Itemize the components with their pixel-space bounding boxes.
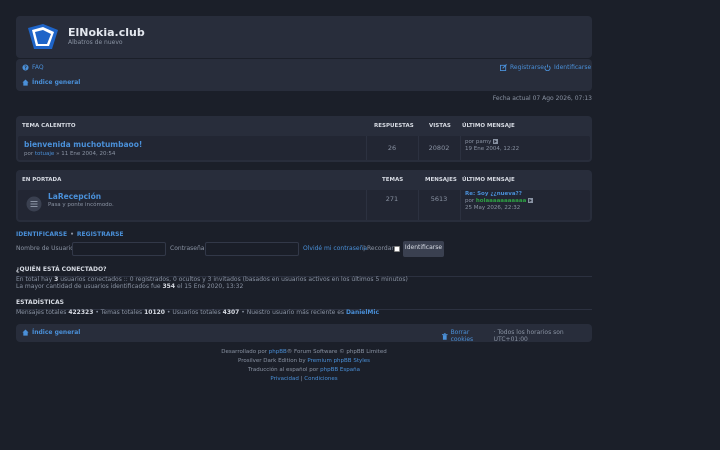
remember-label: Recordar (367, 245, 394, 252)
newest-user-link[interactable]: DanielMic (346, 309, 379, 316)
forum-table: EN PORTADA TEMAS MENSAJES ÚLTIMO MENSAJE… (16, 170, 592, 222)
login-form: Nombre de Usuario: Contraseña: Olvidé mi… (16, 241, 592, 257)
site-title[interactable]: ElNokia.club (68, 26, 145, 39)
home-icon (22, 79, 29, 86)
footer-credits: Desarrollado por phpBB® Forum Software ©… (221, 349, 387, 382)
col-topics: TEMAS (382, 177, 404, 183)
forum-description: Pasa y ponte incómodo. (48, 202, 114, 208)
site-logo-icon[interactable] (24, 22, 62, 52)
col-last-post: ÚLTIMO MENSAJE (462, 177, 515, 183)
topic-last-post: por pamy 19 Ene 2004, 12:22 (465, 139, 520, 152)
forum-read-icon (26, 196, 42, 212)
login-link[interactable]: Identificarse (544, 64, 591, 71)
password-input[interactable] (205, 242, 299, 256)
stats-posts: 422323 (68, 309, 94, 316)
home-icon (22, 329, 29, 336)
site-header: ElNokia.club Albatros de nuevo (16, 16, 592, 58)
register-label[interactable]: Registrarse (510, 64, 544, 71)
last-post-date: 19 Ene 2004, 12:22 (465, 146, 520, 152)
view-post-icon[interactable] (493, 139, 499, 144)
stats-topics: 10120 (144, 309, 165, 316)
breadcrumb-label[interactable]: Índice general (32, 79, 80, 86)
forum-posts: 5613 (430, 195, 448, 203)
current-date: Fecha actual 07 Ago 2026, 07:13 (492, 95, 592, 102)
topic-title[interactable]: bienvenida muchotumbaoo! (24, 140, 142, 149)
styles-link[interactable]: Premium phpBB Styles (307, 358, 370, 364)
col-replies: RESPUESTAS (374, 123, 414, 129)
remember-checkbox[interactable] (394, 246, 400, 252)
col-topic: TEMA CALENTITO (22, 123, 76, 129)
col-last-post: ÚLTIMO MENSAJE (462, 123, 515, 129)
faq-link[interactable]: ? FAQ (22, 64, 44, 71)
topic-replies: 26 (387, 144, 397, 152)
register-link[interactable]: Registrarse (500, 64, 544, 71)
phpbb-link[interactable]: phpBB (269, 349, 287, 355)
col-views: VISTAS (429, 123, 451, 129)
help-icon: ? (22, 64, 29, 71)
forum-title[interactable]: LaRecepción (48, 192, 101, 201)
col-posts: MENSAJES (425, 177, 457, 183)
online-record: La mayor cantidad de usuarios identifica… (16, 283, 244, 290)
topic-date: » 11 Ene 2004, 20:54 (56, 151, 116, 157)
topic-meta: por totuaje » 11 Ene 2004, 20:54 (24, 151, 116, 157)
stats-line: Mensajes totales 422323 • Temas totales … (16, 309, 380, 316)
last-post-author[interactable]: holaaaaaaaaaaa (476, 198, 526, 204)
table-header: EN PORTADA TEMAS MENSAJES ÚLTIMO MENSAJE (16, 170, 592, 190)
login-label[interactable]: Identificarse (554, 64, 591, 71)
breadcrumb-home[interactable]: Índice general (22, 79, 80, 86)
topic-views: 20802 (428, 144, 450, 152)
hot-topic-table: TEMA CALENTITO RESPUESTAS VISTAS ÚLTIMO … (16, 116, 592, 162)
topic-author[interactable]: totuaje (35, 151, 54, 157)
timezone-info: · Todos los horarios son UTC+01:00 (493, 329, 564, 343)
forum-topics: 271 (385, 195, 399, 203)
last-post-author[interactable]: pamy (476, 139, 491, 145)
delete-cookies-link[interactable]: Borrar cookies · Todos los horarios son … (442, 329, 592, 343)
table-row: LaRecepción Pasa y ponte incómodo. 271 5… (18, 190, 590, 220)
navbar: ? FAQ Registrarse Identificarse Índice g… (16, 59, 592, 91)
table-row: bienvenida muchotumbaoo! por totuaje » 1… (18, 136, 590, 160)
privacy-link[interactable]: Privacidad (270, 376, 299, 382)
view-post-icon[interactable] (528, 198, 534, 203)
last-post-date: 25 May 2026, 22:32 (465, 205, 521, 211)
forum-last-post: Re: Soy ¿¿nueva?? por holaaaaaaaaaaa 25 … (465, 191, 534, 212)
footer-navbar: Índice general Borrar cookies · Todos lo… (16, 324, 592, 343)
edit-icon (500, 64, 507, 71)
online-summary: En total hay 3 usuarios conectados :: 0 … (16, 276, 408, 283)
table-header: TEMA CALENTITO RESPUESTAS VISTAS ÚLTIMO … (16, 116, 592, 136)
translation-link[interactable]: phpBB España (320, 367, 360, 373)
password-label: Contraseña: (170, 245, 207, 252)
svg-text:?: ? (24, 65, 27, 71)
username-label: Nombre de Usuario: (16, 245, 76, 252)
stats-users: 4307 (222, 309, 240, 316)
trash-icon (442, 332, 448, 340)
login-header: IDENTIFICARSE • REGISTRARSE (16, 231, 124, 238)
site-description: Albatros de nuevo (68, 39, 123, 46)
login-heading-link[interactable]: IDENTIFICARSE (16, 231, 67, 238)
last-post-title[interactable]: Re: Soy ¿¿nueva?? (465, 191, 533, 198)
col-forum: EN PORTADA (22, 177, 62, 183)
username-input[interactable] (72, 242, 166, 256)
faq-label[interactable]: FAQ (32, 64, 44, 71)
register-heading-link[interactable]: REGISTRARSE (77, 231, 124, 238)
power-icon (544, 64, 551, 71)
terms-link[interactable]: Condiciones (304, 376, 337, 382)
login-submit-button[interactable]: Identificarse (403, 241, 444, 257)
forgot-password-link[interactable]: Olvidé mi contraseña (303, 245, 367, 252)
footer-breadcrumb[interactable]: Índice general (22, 329, 80, 336)
